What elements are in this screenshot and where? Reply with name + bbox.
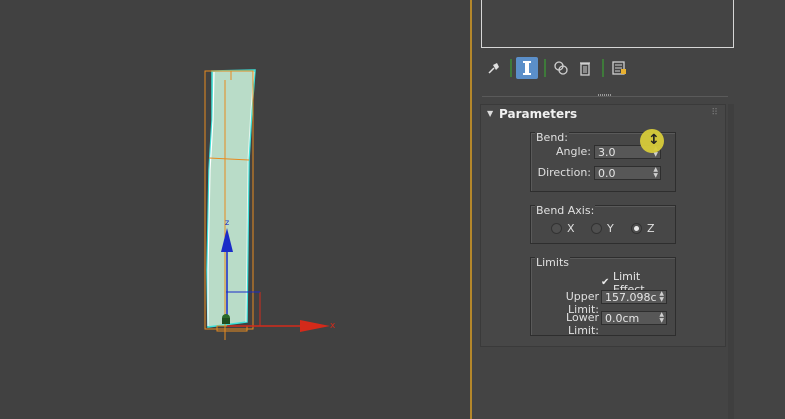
direction-label: Direction:: [537, 166, 591, 179]
direction-spinner[interactable]: 0.0 ▲ ▼: [594, 166, 661, 180]
lower-limit-value: 0.0cm: [605, 312, 640, 325]
splitter-grip-icon[interactable]: [598, 93, 612, 98]
lower-limit-spinner[interactable]: 0.0cm ▲ ▼: [601, 311, 667, 325]
spinner-arrows-icon[interactable]: ▲▼: [653, 167, 658, 179]
modifier-stack-toolbar: [482, 56, 632, 80]
make-unique-button[interactable]: [550, 57, 572, 79]
radio-dot: [591, 223, 602, 234]
upper-limit-spinner[interactable]: 157.098cm ▲▼: [601, 290, 667, 304]
viewport[interactable]: x z: [0, 0, 470, 419]
lower-limit-label: Lower Limit:: [566, 311, 599, 337]
direction-value: 0.0: [598, 167, 616, 180]
angle-value: 3.0: [598, 146, 616, 159]
axis-y-label: Y: [607, 222, 614, 235]
modifier-stack-list[interactable]: [481, 0, 734, 48]
parameters-rollout: ▼ Parameters ⠿ Bend: Angle: 3.0 ▲▼ Direc…: [480, 104, 726, 347]
rollout-header[interactable]: ▼ Parameters ⠿: [481, 105, 725, 125]
axis-y-radio[interactable]: Y: [591, 222, 614, 235]
bend-group-title: Bend:: [535, 131, 569, 144]
panel-scrollbar[interactable]: [728, 104, 734, 419]
rollout-drag-handle-icon[interactable]: ⠿: [711, 108, 718, 118]
spinner-arrows-icon[interactable]: ▲▼: [659, 291, 664, 303]
gizmo-x-label: x: [330, 321, 336, 331]
make-unique-icon: [554, 61, 568, 75]
collapse-arrow-icon: ▼: [487, 109, 494, 118]
command-panel: ▼ Parameters ⠿ Bend: Angle: 3.0 ▲▼ Direc…: [472, 0, 785, 419]
axis-x-radio[interactable]: X: [551, 222, 575, 235]
axis-x-label: X: [567, 222, 575, 235]
axis-z-label: Z: [647, 222, 655, 235]
checkbox-check-icon: ✔: [601, 277, 610, 288]
show-end-result-button[interactable]: [516, 57, 538, 79]
viewport-scene[interactable]: x z: [0, 0, 470, 419]
bend-axis-group: Bend Axis: X Y Z: [530, 204, 676, 244]
upper-limit-value: 157.098cm: [605, 291, 657, 304]
configure-modifier-sets-icon: [612, 61, 626, 75]
axis-z-radio[interactable]: Z: [631, 222, 655, 235]
remove-modifier-button[interactable]: [574, 57, 596, 79]
angle-label: Angle:: [555, 145, 591, 158]
limits-group: Limits ✔ Limit Effect Upper Limit: 157.0…: [530, 256, 676, 337]
configure-modifier-sets-button[interactable]: [608, 57, 630, 79]
toolbar-separator: [510, 59, 512, 77]
pin-stack-button[interactable]: [482, 57, 504, 79]
radio-dot-selected: [631, 223, 642, 234]
radio-dot: [551, 223, 562, 234]
gizmo-x-arrow: [300, 320, 330, 332]
bend-axis-group-title: Bend Axis:: [535, 204, 596, 217]
spinner-arrows-icon[interactable]: ▲▼: [659, 312, 664, 324]
pin-stack-icon: [488, 63, 499, 74]
toolbar-separator: [544, 59, 546, 77]
gizmo-z-label: z: [225, 218, 229, 227]
limits-group-title: Limits: [535, 256, 570, 269]
app-window: x z ▼ Parameters ⠿ Bend: Angle: 3.0 ▼ Di…: [0, 0, 785, 419]
spinner-drag-cursor-icon: ↕: [648, 132, 660, 148]
show-end-result-icon: [523, 61, 531, 75]
remove-modifier-icon: [580, 62, 590, 76]
toolbar-separator: [602, 59, 604, 77]
rollout-title: Parameters: [499, 107, 578, 121]
